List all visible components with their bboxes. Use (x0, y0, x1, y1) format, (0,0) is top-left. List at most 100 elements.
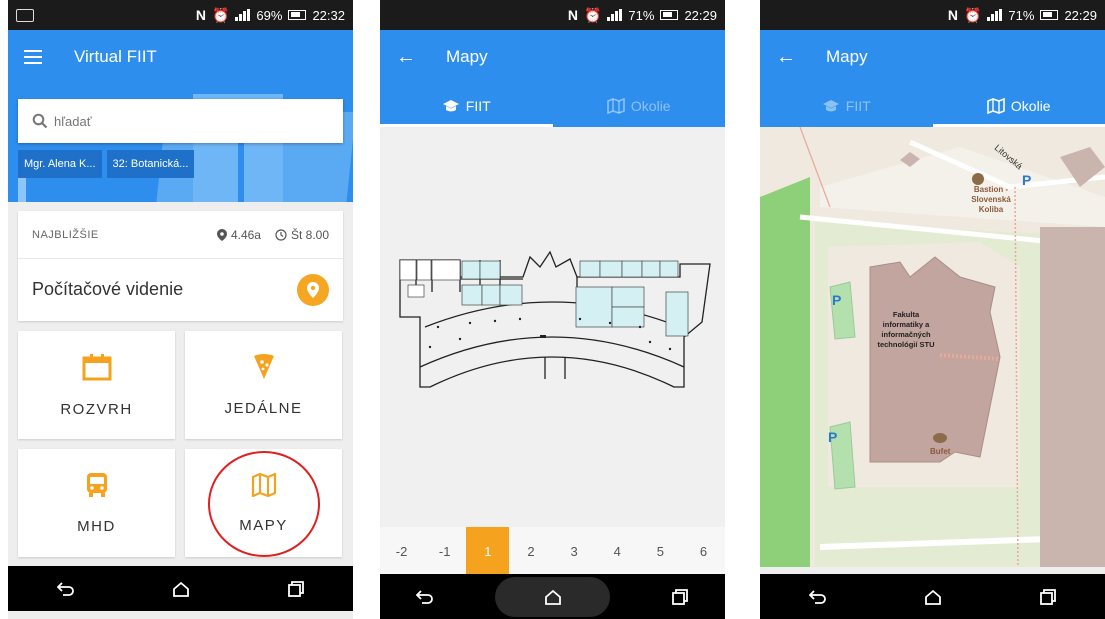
home-nav-icon[interactable] (495, 576, 610, 617)
battery-icon (660, 10, 679, 20)
rozvrh-tile[interactable]: ROZVRH (18, 331, 175, 439)
navigate-button[interactable] (297, 273, 329, 306)
floor-plan-view[interactable] (380, 127, 725, 527)
search-icon (32, 113, 48, 129)
chip-teacher[interactable]: Mgr. Alena K... (18, 150, 102, 178)
alarm-icon: ⏰ (211, 6, 230, 23)
floor-button-active[interactable]: 1 (466, 527, 510, 575)
floor-button[interactable]: 6 (682, 527, 725, 575)
bufet-label: Bufet (930, 447, 951, 456)
clock: 22:32 (312, 7, 345, 23)
school-icon (822, 99, 839, 111)
street-map[interactable]: Litovská Bastion - Slovenská Koliba P P … (760, 127, 1105, 567)
floor-button[interactable]: -1 (423, 527, 466, 575)
status-bar: N ⏰ 69% 22:32 (8, 0, 353, 30)
search-bar[interactable] (18, 99, 343, 143)
next-lecture-card[interactable]: NAJBLIŽŠIE 4.46a Št 8.00 Počítačové vide… (18, 211, 343, 321)
rozvrh-label: ROZVRH (60, 400, 133, 418)
tab-fiit[interactable]: FIIT (380, 84, 553, 127)
back-arrow-icon[interactable]: ← (776, 47, 802, 67)
chip-bus-stop[interactable]: 32: Botanická... (106, 150, 195, 178)
back-nav-icon[interactable] (46, 574, 86, 604)
bus-icon (86, 472, 107, 497)
map-icon (607, 97, 625, 114)
parking-label: P (828, 429, 838, 445)
battery-percent: 71% (628, 7, 655, 23)
next-label: NAJBLIŽŠIE (32, 228, 99, 241)
maps-fiit-screen: N ⏰ 71% 22:29 ← Mapy FIIT Okolie -2 -1 1… (380, 0, 725, 619)
recents-nav-icon[interactable] (276, 574, 316, 604)
pin-icon (307, 281, 319, 298)
tab-okolie[interactable]: Okolie (553, 84, 726, 127)
recents-nav-icon[interactable] (1028, 582, 1068, 612)
subject-name: Počítačové videnie (32, 279, 184, 299)
app-title: Mapy (826, 47, 868, 66)
status-bar: N ⏰ 71% 22:29 (760, 0, 1105, 30)
mhd-tile[interactable]: MHD (18, 449, 175, 557)
recents-nav-icon[interactable] (660, 582, 700, 612)
app-title: Virtual FIIT (74, 47, 157, 66)
floor-button[interactable]: 4 (596, 527, 639, 575)
floor-button[interactable]: 3 (553, 527, 596, 575)
mhd-label: MHD (77, 517, 116, 535)
battery-percent: 69% (256, 7, 283, 23)
alarm-icon: ⏰ (963, 6, 982, 23)
nfc-icon: N (567, 7, 578, 23)
nfc-icon: N (195, 7, 206, 23)
back-arrow-icon[interactable]: ← (396, 47, 422, 67)
app-bar: ← Mapy (380, 30, 725, 84)
location-icon (216, 228, 227, 241)
school-icon (442, 99, 459, 111)
menu-icon[interactable] (24, 50, 50, 64)
battery-percent: 71% (1008, 7, 1035, 23)
clock: 22:29 (1064, 7, 1097, 23)
home-nav-icon[interactable] (161, 574, 201, 604)
calendar-icon (82, 353, 111, 380)
app-title: Mapy (446, 47, 488, 66)
signal-icon (607, 9, 623, 21)
alarm-icon: ⏰ (583, 6, 602, 23)
tab-fiit[interactable]: FIIT (760, 84, 933, 127)
highlight-circle (208, 451, 320, 557)
time-text: Št 8.00 (290, 227, 329, 242)
signal-icon (987, 9, 1003, 21)
signal-icon (235, 9, 251, 21)
fiit-building-label: Fakulta informatiky a informačných techn… (877, 310, 935, 349)
search-input[interactable] (54, 113, 314, 129)
parking-label: P (1022, 172, 1032, 188)
map-tabs: FIIT Okolie (380, 84, 725, 127)
back-nav-icon[interactable] (798, 582, 838, 612)
pizza-icon (253, 353, 274, 379)
bastion-label: Bastion - Slovenská Koliba (971, 185, 1011, 214)
battery-icon (288, 10, 307, 20)
home-nav-icon[interactable] (913, 582, 953, 612)
android-navbar (380, 574, 725, 619)
floor-button[interactable]: 5 (639, 527, 682, 575)
status-bar: N ⏰ 71% 22:29 (380, 0, 725, 30)
recent-chips: Mgr. Alena K... 32: Botanická... (18, 150, 195, 178)
android-navbar (8, 566, 353, 611)
back-nav-icon[interactable] (405, 582, 445, 612)
battery-icon (1040, 10, 1059, 20)
floor-selector: -2 -1 1 2 3 4 5 6 (380, 527, 725, 575)
map-icon (987, 97, 1005, 114)
nfc-icon: N (947, 7, 958, 23)
hero-banner: Mgr. Alena K... 32: Botanická... (8, 84, 353, 202)
home-screen: N ⏰ 69% 22:32 Virtual FIIT Mgr. Alena K.… (8, 0, 353, 619)
jedalne-tile[interactable]: JEDÁLNE (185, 331, 342, 439)
jedalne-label: JEDÁLNE (224, 399, 303, 417)
keyboard-icon (16, 8, 34, 22)
floor-button[interactable]: 2 (509, 527, 552, 575)
floor-button[interactable]: -2 (380, 527, 423, 575)
android-navbar (760, 574, 1105, 619)
room-text: 4.46a (230, 227, 261, 242)
maps-okolie-screen: N ⏰ 71% 22:29 ← Mapy FIIT Okolie Litovsk… (760, 0, 1105, 619)
map-tabs: FIIT Okolie (760, 84, 1105, 127)
parking-label: P (832, 292, 842, 308)
tab-okolie[interactable]: Okolie (932, 84, 1105, 127)
floor-plan (399, 250, 711, 388)
app-bar: ← Mapy (760, 30, 1105, 84)
app-bar: Virtual FIIT (8, 30, 353, 84)
clock-icon (275, 228, 287, 241)
clock: 22:29 (684, 7, 717, 23)
